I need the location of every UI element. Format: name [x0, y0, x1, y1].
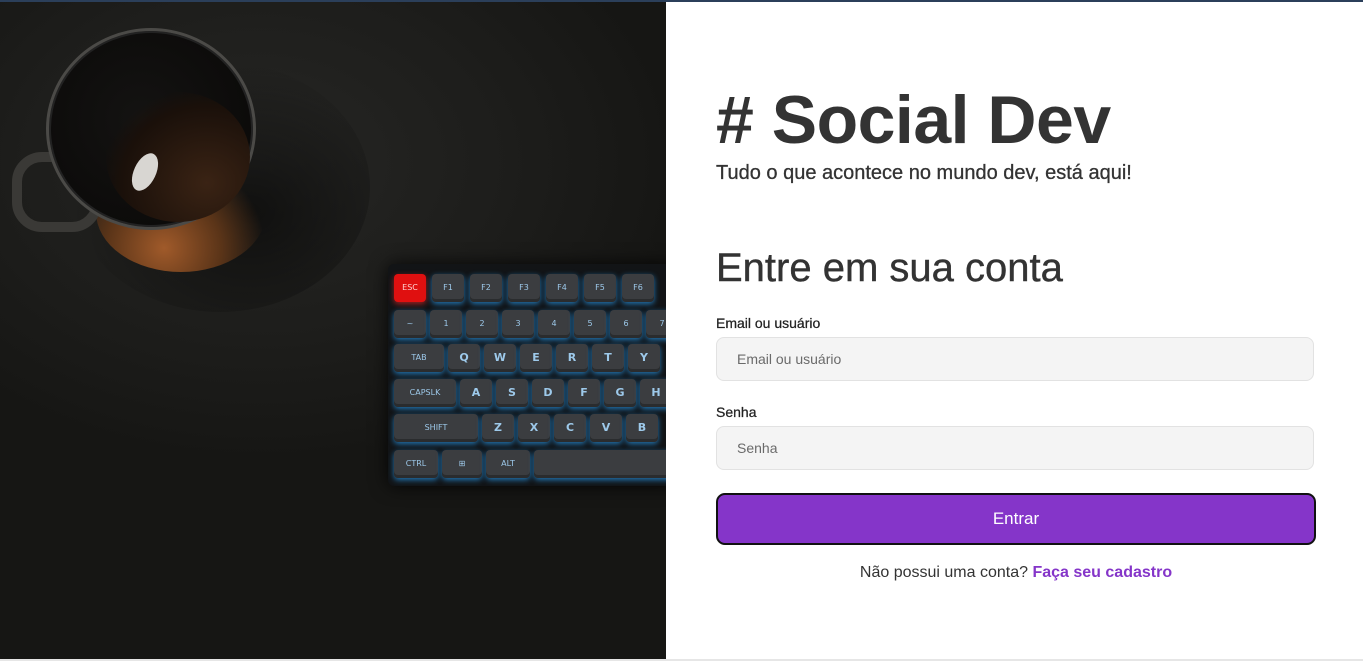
keyboard-key: 5 — [574, 310, 606, 338]
hero-image: ESC F1 F2 F3 F4 F5 F6 ~ 1 2 3 4 5 6 7 TA… — [0, 2, 666, 659]
keyboard-key: 7 — [646, 310, 666, 338]
keyboard-key: R — [556, 344, 588, 372]
keyboard-key: F6 — [622, 274, 654, 302]
keyboard-key: D — [532, 379, 564, 407]
keyboard-key: Z — [482, 414, 514, 442]
keyboard-key: F3 — [508, 274, 540, 302]
keyboard-key: CAPSLK — [394, 379, 456, 407]
keyboard-key: C — [554, 414, 586, 442]
password-label: Senha — [716, 404, 757, 420]
keyboard-key: 2 — [466, 310, 498, 338]
form-heading: Entre em sua conta — [716, 246, 1063, 290]
coffee-liquid — [106, 92, 250, 222]
keyboard-key: A — [460, 379, 492, 407]
signup-link[interactable]: Faça seu cadastro — [1032, 564, 1172, 581]
keyboard-key: E — [520, 344, 552, 372]
spacebar-key — [534, 450, 666, 478]
keyboard-key: ~ — [394, 310, 426, 338]
keyboard-key: 4 — [538, 310, 570, 338]
keyboard-key: F4 — [546, 274, 578, 302]
keyboard-key: SHIFT — [394, 414, 478, 442]
signup-line: Não possui uma conta? Faça seu cadastro — [716, 564, 1316, 582]
keyboard: ESC F1 F2 F3 F4 F5 F6 ~ 1 2 3 4 5 6 7 TA… — [388, 264, 666, 486]
signup-prompt: Não possui uma conta? — [859, 564, 1029, 581]
brand-subtitle: Tudo o que acontece no mundo dev, está a… — [716, 162, 1132, 184]
keyboard-key: 3 — [502, 310, 534, 338]
email-label: Email ou usuário — [716, 315, 821, 331]
keyboard-key: F1 — [432, 274, 464, 302]
password-input[interactable] — [716, 426, 1314, 470]
keyboard-key: F — [568, 379, 600, 407]
keyboard-key: G — [604, 379, 636, 407]
keyboard-key: Q — [448, 344, 480, 372]
keyboard-key: F5 — [584, 274, 616, 302]
email-input[interactable] — [716, 337, 1314, 381]
keyboard-key: Y — [628, 344, 660, 372]
keyboard-key: ALT — [486, 450, 530, 478]
login-button[interactable]: Entrar — [716, 493, 1316, 545]
keyboard-key: ⊞ — [442, 450, 482, 478]
keyboard-key: F2 — [470, 274, 502, 302]
keyboard-key: W — [484, 344, 516, 372]
keyboard-key: ESC — [394, 274, 426, 302]
keyboard-key: X — [518, 414, 550, 442]
keyboard-key: S — [496, 379, 528, 407]
brand-title: # Social Dev — [716, 82, 1111, 158]
login-panel: # Social Dev Tudo o que acontece no mund… — [666, 2, 1363, 659]
keyboard-key: H — [640, 379, 666, 407]
keyboard-key: T — [592, 344, 624, 372]
keyboard-key: TAB — [394, 344, 444, 372]
keyboard-key: V — [590, 414, 622, 442]
keyboard-key: 6 — [610, 310, 642, 338]
keyboard-key: 1 — [430, 310, 462, 338]
keyboard-key: CTRL — [394, 450, 438, 478]
keyboard-key: B — [626, 414, 658, 442]
